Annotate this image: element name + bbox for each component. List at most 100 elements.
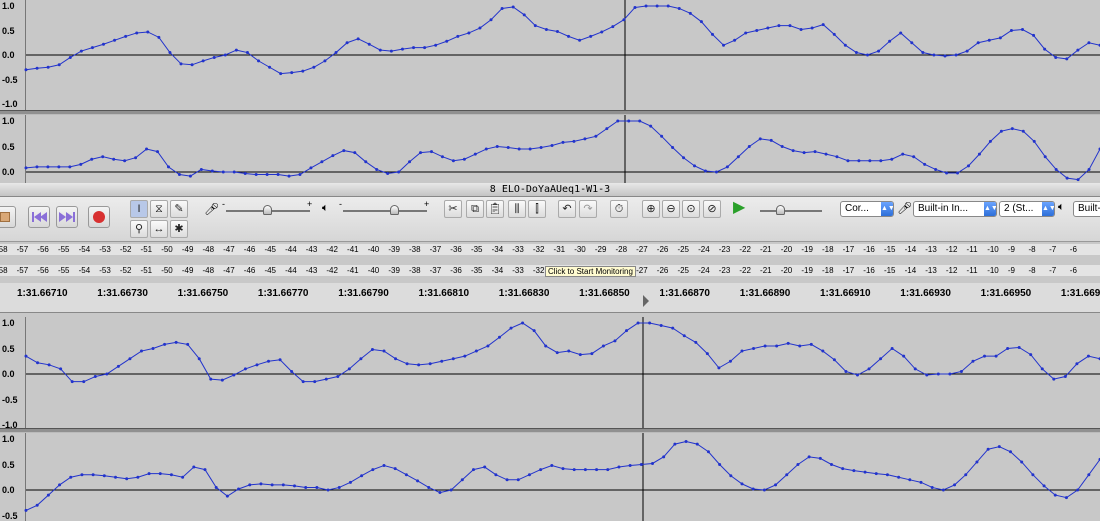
sample-point[interactable] (561, 467, 565, 471)
sample-point[interactable] (1087, 167, 1091, 171)
sample-point[interactable] (147, 472, 151, 476)
sample-point[interactable] (1020, 28, 1024, 32)
sample-point[interactable] (1086, 354, 1090, 358)
sample-point[interactable] (59, 367, 63, 371)
sample-point[interactable] (821, 23, 825, 27)
sample-point[interactable] (521, 321, 525, 325)
sample-point[interactable] (24, 508, 28, 512)
sample-point[interactable] (24, 166, 28, 170)
sample-point[interactable] (798, 344, 802, 348)
sample-point[interactable] (1010, 127, 1014, 131)
sample-point[interactable] (943, 54, 947, 58)
sample-point[interactable] (710, 32, 714, 36)
sample-point[interactable] (201, 59, 205, 63)
sample-point[interactable] (151, 347, 155, 350)
sample-point[interactable] (688, 11, 692, 15)
sample-point[interactable] (313, 380, 317, 384)
sample-point[interactable] (567, 349, 571, 353)
sample-point[interactable] (930, 485, 934, 489)
sample-point[interactable] (638, 119, 642, 123)
output-device-select[interactable]: Built- (1073, 201, 1100, 217)
sample-point[interactable] (186, 342, 190, 346)
sample-point[interactable] (550, 464, 554, 468)
sample-point[interactable] (279, 72, 283, 76)
sample-point[interactable] (139, 349, 143, 353)
sample-point[interactable] (544, 28, 548, 32)
sample-point[interactable] (158, 472, 162, 476)
channels-select[interactable]: 2 (St... ▲▼ (999, 201, 1055, 217)
sample-point[interactable] (473, 152, 477, 156)
sample-point[interactable] (901, 152, 905, 156)
sample-point[interactable] (539, 146, 543, 150)
sample-point[interactable] (964, 473, 968, 477)
sample-point[interactable] (925, 373, 929, 377)
sample-point[interactable] (428, 362, 432, 366)
sample-point[interactable] (874, 472, 878, 476)
sample-point[interactable] (936, 372, 940, 376)
sample-point[interactable] (802, 151, 806, 155)
waveform[interactable] (0, 317, 1100, 429)
sample-point[interactable] (705, 352, 709, 356)
sample-point[interactable] (682, 334, 686, 338)
sample-point[interactable] (232, 373, 236, 377)
sample-point[interactable] (954, 53, 958, 57)
sample-point[interactable] (1076, 48, 1080, 52)
sample-point[interactable] (232, 170, 236, 174)
sample-point[interactable] (747, 145, 751, 148)
zoom-tool-icon[interactable]: ⚲ (130, 220, 148, 238)
sample-point[interactable] (555, 29, 559, 33)
sample-point[interactable] (210, 169, 214, 173)
sample-point[interactable] (68, 55, 72, 59)
sample-point[interactable] (412, 46, 416, 50)
sample-point[interactable] (24, 68, 28, 72)
sample-point[interactable] (214, 485, 218, 489)
sample-point[interactable] (347, 367, 351, 371)
sample-point[interactable] (908, 478, 912, 482)
sample-point[interactable] (998, 36, 1002, 40)
sample-point[interactable] (79, 162, 83, 166)
sample-point[interactable] (945, 171, 949, 175)
sample-point[interactable] (1021, 129, 1025, 133)
sample-point[interactable] (334, 51, 338, 55)
timeline-cursor-marker[interactable] (643, 295, 649, 307)
selection-tool-icon[interactable]: I (130, 200, 148, 218)
sample-point[interactable] (223, 53, 227, 57)
sample-point[interactable] (234, 48, 238, 52)
sample-point[interactable] (888, 39, 892, 43)
sample-point[interactable] (337, 485, 341, 489)
sample-point[interactable] (58, 483, 62, 487)
bottom-track-right-channel[interactable]: 1.0 0.5 0.0 -0.5 (0, 433, 1100, 521)
sample-point[interactable] (268, 65, 272, 69)
sample-point[interactable] (348, 480, 352, 484)
sample-point[interactable] (818, 456, 822, 460)
sample-point[interactable] (46, 65, 50, 69)
sample-point[interactable] (699, 20, 703, 24)
sample-point[interactable] (359, 357, 363, 361)
sample-point[interactable] (478, 26, 482, 30)
sample-point[interactable] (855, 373, 859, 377)
sample-point[interactable] (824, 152, 828, 156)
sample-point[interactable] (509, 326, 513, 330)
sample-point[interactable] (832, 358, 836, 362)
sample-point[interactable] (69, 475, 73, 479)
sample-point[interactable] (174, 340, 178, 344)
sample-point[interactable] (763, 344, 767, 348)
sample-point[interactable] (212, 55, 216, 59)
sample-point[interactable] (885, 473, 889, 477)
sample-point[interactable] (91, 473, 95, 477)
sample-point[interactable] (438, 491, 442, 495)
sample-point[interactable] (331, 154, 335, 158)
sample-point[interactable] (941, 488, 945, 492)
sample-point[interactable] (1053, 493, 1057, 497)
sample-point[interactable] (1087, 473, 1091, 477)
sample-point[interactable] (532, 329, 536, 333)
copy-button[interactable]: ⧉ (466, 200, 484, 218)
sample-point[interactable] (427, 485, 431, 489)
sample-point[interactable] (561, 140, 565, 144)
sample-point[interactable] (486, 344, 490, 348)
sample-point[interactable] (517, 147, 521, 151)
sample-point[interactable] (976, 41, 980, 45)
sample-point[interactable] (177, 173, 181, 177)
sample-point[interactable] (516, 478, 520, 482)
sample-point[interactable] (356, 37, 360, 41)
